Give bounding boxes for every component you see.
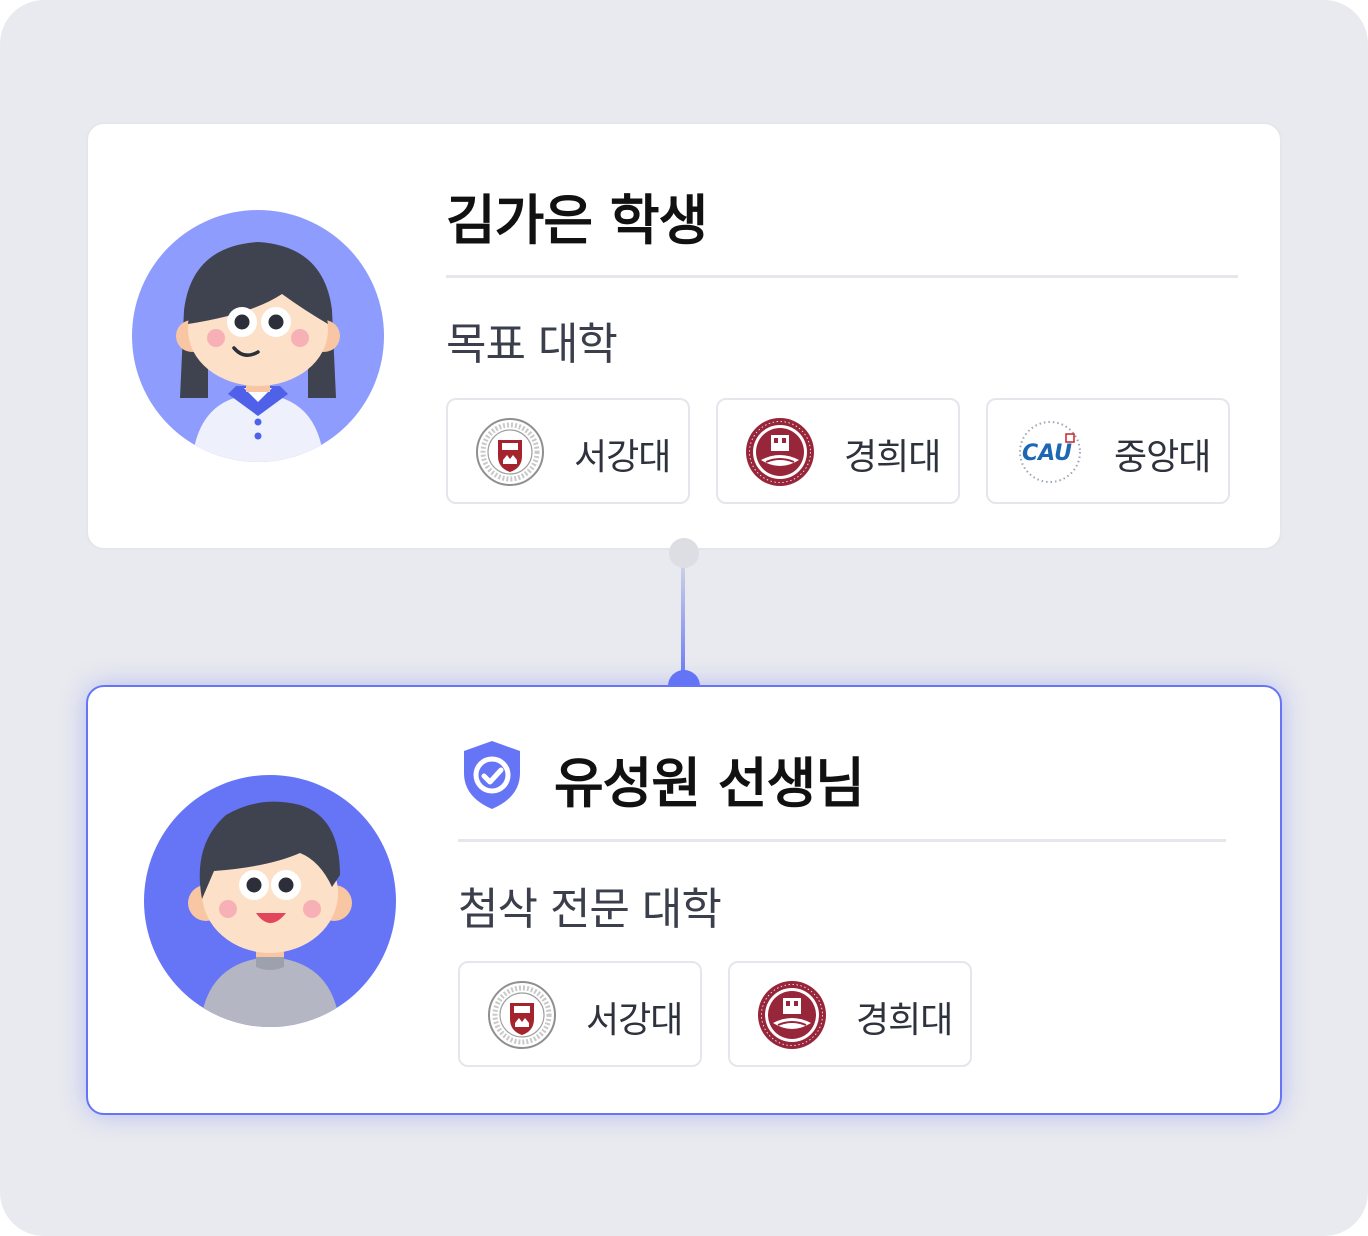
kyunghee-logo-icon bbox=[744, 416, 816, 488]
university-chip-sogang[interactable]: 서강대 bbox=[446, 398, 690, 504]
teacher-card: 유성원 선생님 첨삭 전문 대학 서강대 경희대 bbox=[86, 685, 1282, 1115]
university-chip-label: 중앙대 bbox=[1114, 437, 1211, 478]
university-chip-kyunghee[interactable]: 경희대 bbox=[728, 961, 972, 1067]
teacher-avatar bbox=[144, 775, 396, 1027]
shield-check-icon bbox=[464, 741, 520, 809]
student-card: 김가은 학생 목표 대학 서강대 경희대 중앙대 bbox=[86, 122, 1282, 550]
kyunghee-logo-icon bbox=[756, 979, 828, 1051]
university-chip-label: 서강대 bbox=[574, 437, 671, 478]
sogang-logo-icon bbox=[474, 416, 546, 488]
student-avatar bbox=[132, 210, 384, 462]
target-university-label: 목표 대학 bbox=[446, 319, 618, 370]
university-chip-label: 경희대 bbox=[844, 437, 941, 478]
university-chip-label: 경희대 bbox=[856, 1000, 953, 1041]
university-chip-label: 서강대 bbox=[586, 1000, 683, 1041]
university-chip-chungang[interactable]: 중앙대 bbox=[986, 398, 1230, 504]
connector-line bbox=[681, 552, 685, 686]
cau-logo-icon bbox=[1014, 416, 1086, 488]
teacher-divider bbox=[458, 839, 1226, 842]
sogang-logo-icon bbox=[486, 979, 558, 1051]
student-divider bbox=[446, 275, 1238, 278]
university-chip-sogang[interactable]: 서강대 bbox=[458, 961, 702, 1067]
student-name: 김가은 학생 bbox=[446, 189, 708, 252]
university-chip-kyunghee[interactable]: 경희대 bbox=[716, 398, 960, 504]
teacher-name: 유성원 선생님 bbox=[554, 752, 865, 815]
specialty-university-label: 첨삭 전문 대학 bbox=[458, 884, 722, 935]
connector-dot-top bbox=[669, 538, 699, 568]
